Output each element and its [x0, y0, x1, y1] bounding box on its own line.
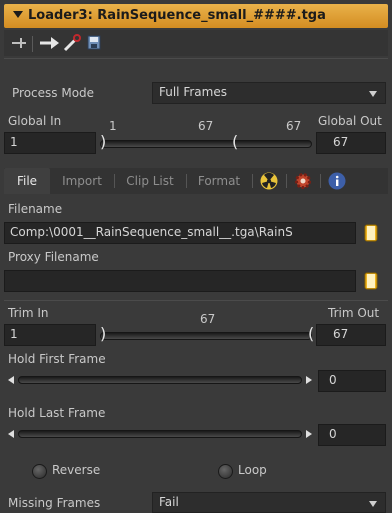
- hold-last-frame-label: Hold Last Frame: [8, 406, 106, 420]
- increment-arrow-icon[interactable]: [304, 375, 314, 385]
- global-out-handle[interactable]: (: [232, 132, 238, 151]
- proxy-filename-label: Proxy Filename: [8, 250, 99, 264]
- toolbar-separator: [32, 36, 33, 52]
- hold-first-frame-label: Hold First Frame: [8, 352, 106, 366]
- global-in-field[interactable]: 1: [4, 132, 96, 154]
- tab-separator: [114, 174, 115, 188]
- tab-separator: [252, 174, 253, 188]
- hold-last-frame-slider[interactable]: [18, 430, 302, 438]
- global-in-handle[interactable]: ): [100, 132, 106, 151]
- loop-label: Loop: [238, 463, 267, 477]
- trim-in-field[interactable]: 1: [4, 324, 96, 346]
- tab-format[interactable]: Format: [190, 168, 248, 194]
- process-mode-value: Full Frames: [159, 85, 227, 99]
- hold-first-frame-slider[interactable]: [18, 376, 302, 384]
- global-in-label: Global In: [8, 114, 62, 128]
- decrement-arrow-icon[interactable]: [6, 429, 16, 439]
- global-range-slider[interactable]: [100, 140, 312, 148]
- tab-clip-list[interactable]: Clip List: [118, 168, 182, 194]
- node-toolbar: [4, 30, 388, 56]
- trim-in-handle[interactable]: ): [100, 324, 106, 343]
- loop-checkbox[interactable]: [218, 464, 233, 479]
- reverse-checkbox[interactable]: [32, 464, 47, 479]
- folder-browse-icon[interactable]: [363, 223, 381, 243]
- chevron-down-icon: [369, 501, 377, 507]
- process-mode-dropdown[interactable]: Full Frames: [152, 82, 386, 104]
- tab-separator: [186, 174, 187, 188]
- reverse-label: Reverse: [52, 463, 101, 477]
- wrench-icon[interactable]: [62, 30, 82, 56]
- radiation-icon[interactable]: [260, 172, 278, 190]
- missing-frames-label: Missing Frames: [8, 496, 101, 510]
- arrow-right-icon[interactable]: [38, 30, 60, 56]
- pin-icon[interactable]: [10, 30, 28, 56]
- chevron-down-icon: [369, 91, 377, 97]
- info-icon[interactable]: [328, 172, 346, 190]
- proxy-filename-field[interactable]: [4, 270, 356, 292]
- tab-bar: File Import Clip List Format: [4, 168, 388, 194]
- decrement-arrow-icon[interactable]: [6, 375, 16, 385]
- increment-arrow-icon[interactable]: [304, 429, 314, 439]
- tab-file[interactable]: File: [4, 168, 50, 194]
- tab-separator: [320, 174, 321, 188]
- filename-label: Filename: [8, 202, 63, 216]
- node-title-bar[interactable]: Loader3: RainSequence_small_####.tga: [4, 4, 388, 28]
- global-out-field[interactable]: 67: [316, 132, 386, 154]
- trim-range-slider[interactable]: [100, 332, 312, 340]
- trim-out-handle[interactable]: (: [308, 324, 314, 343]
- global-out-label: Global Out: [318, 114, 382, 128]
- global-range-mid-tick: 67: [198, 119, 214, 133]
- trim-out-label: Trim Out: [328, 306, 380, 320]
- trim-out-field[interactable]: 67: [316, 324, 386, 346]
- divider: [4, 58, 388, 59]
- collapse-arrow-icon[interactable]: [13, 11, 23, 18]
- hold-last-frame-field[interactable]: 0: [318, 424, 386, 446]
- trim-mid-tick: 67: [200, 312, 216, 326]
- divider: [4, 300, 388, 301]
- global-range-start-tick: 1: [109, 119, 117, 133]
- missing-frames-dropdown[interactable]: Fail: [152, 492, 386, 513]
- save-icon[interactable]: [86, 30, 102, 56]
- global-range-end-tick: 67: [286, 119, 302, 133]
- tab-import[interactable]: Import: [54, 168, 110, 194]
- trim-in-label: Trim In: [8, 306, 49, 320]
- hold-first-frame-field[interactable]: 0: [318, 370, 386, 392]
- tab-separator: [286, 174, 287, 188]
- folder-browse-icon[interactable]: [363, 271, 381, 291]
- process-mode-label: Process Mode: [12, 86, 95, 100]
- missing-frames-value: Fail: [159, 495, 179, 509]
- settings-gear-icon[interactable]: [294, 172, 312, 190]
- node-title: Loader3: RainSequence_small_####.tga: [28, 8, 326, 23]
- filename-field[interactable]: Comp:\0001__RainSequence_small__.tga\Rai…: [4, 222, 356, 244]
